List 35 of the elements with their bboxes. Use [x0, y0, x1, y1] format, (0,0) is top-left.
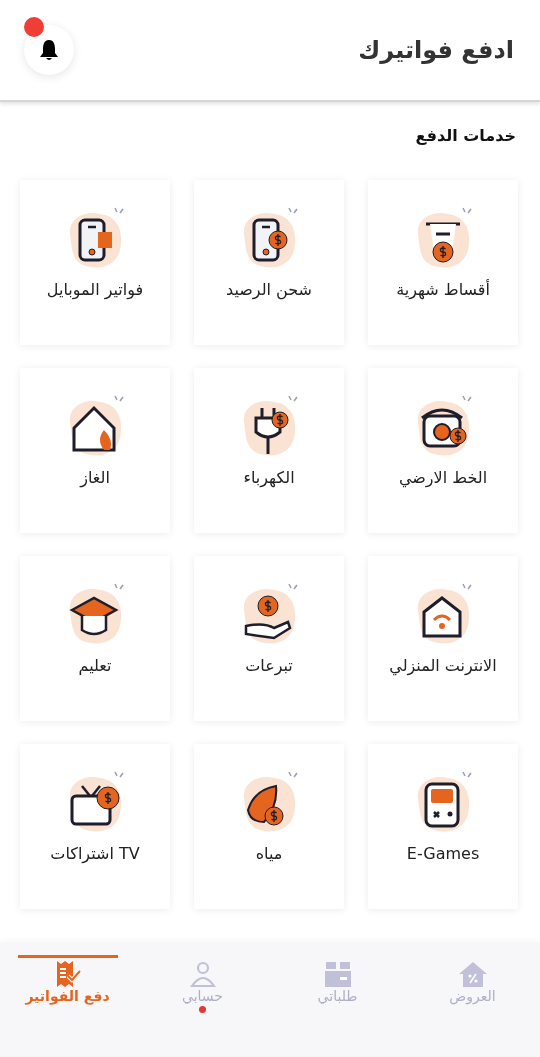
- service-label: تعليم: [78, 656, 112, 675]
- service-card[interactable]: تعليم: [20, 556, 170, 721]
- box-icon: [322, 960, 353, 988]
- service-label: الخط الارضي: [398, 468, 488, 487]
- service-label: الكهرباء: [243, 468, 295, 487]
- service-card[interactable]: الانترنت المنزلي: [368, 556, 518, 721]
- service-label: TV اشتراكات: [50, 844, 140, 863]
- user-icon: [187, 960, 218, 988]
- nav-label: طلباتي: [317, 988, 358, 1004]
- nav-label: العروض: [449, 988, 496, 1004]
- nav-label: حسابي: [182, 988, 223, 1004]
- service-label: أقساط شهرية: [396, 280, 490, 299]
- nav-label: دفع الفواتير: [25, 988, 110, 1004]
- service-label: تبرعات: [245, 656, 293, 675]
- page-title: ادفع فواتيرك: [358, 36, 514, 64]
- service-label: شحن الرصيد: [226, 280, 312, 299]
- house-percent-icon: [457, 960, 488, 988]
- service-card[interactable]: شحن الرصيد: [194, 180, 344, 345]
- service-card[interactable]: مياه: [194, 744, 344, 909]
- service-label: فواتير الموبايل: [46, 280, 144, 299]
- service-card[interactable]: E-Games: [368, 744, 518, 909]
- service-card[interactable]: الكهرباء: [194, 368, 344, 533]
- service-label: الانترنت المنزلي: [389, 656, 497, 675]
- service-label: مياه: [255, 844, 283, 863]
- service-card[interactable]: تبرعات: [194, 556, 344, 721]
- service-card[interactable]: TV اشتراكات: [20, 744, 170, 909]
- service-card[interactable]: الخط الارضي: [368, 368, 518, 533]
- service-label: E-Games: [406, 844, 480, 863]
- section-title: خدمات الدفع: [414, 126, 516, 147]
- service-label: الغاز: [80, 468, 110, 487]
- service-card[interactable]: أقساط شهرية: [368, 180, 518, 345]
- service-card[interactable]: الغاز: [20, 368, 170, 533]
- service-card[interactable]: فواتير الموبايل: [20, 180, 170, 345]
- notification-button[interactable]: [24, 25, 74, 75]
- bell-icon: [37, 38, 61, 62]
